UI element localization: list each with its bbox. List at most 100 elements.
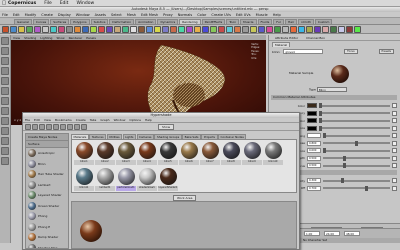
select-tool-icon[interactable] [1,37,9,45]
menu-help[interactable]: Help [273,13,281,17]
value-field[interactable]: 0.000 [307,148,321,153]
shelf-tool-icon[interactable] [34,25,41,33]
os-menu-edit[interactable]: Edit [60,1,69,6]
node-ocean-shader[interactable]: Ocean Shader [26,201,68,212]
node-name-field[interactable]: glove4 [283,49,324,54]
shelf-tab-fluids[interactable]: Fluids [257,19,273,24]
tab-material[interactable]: Material [272,42,291,47]
shelf-tab-animation[interactable]: Animation [135,19,157,24]
node-ramp-shader[interactable]: Ramp Shader [26,232,68,243]
toggle-create-bar-icon[interactable] [25,123,31,130]
shelf-tab-hair[interactable]: Hair [284,19,298,24]
viewport-menu-panels[interactable]: Panels [86,36,96,40]
map-button[interactable] [392,140,397,146]
value-field[interactable]: 0.500 [307,155,321,161]
show-bottom-tabs-icon[interactable] [39,123,45,130]
four-view-layout-icon[interactable] [1,127,9,135]
viewport-menu-renderer[interactable]: Renderer [69,36,83,40]
material-swatch[interactable]: blinn7 [200,142,220,167]
section-common-material[interactable]: Common Material Attributes [271,95,397,100]
shelf-tab-custom[interactable]: Custom [314,19,333,24]
create-header[interactable]: Create Maya Nodes [26,134,68,141]
shelf-tool-icon[interactable] [42,25,49,33]
material-swatch[interactable]: blinn2 [95,142,115,167]
menu-create[interactable]: Create [41,13,53,17]
shelf-tool-icon[interactable] [66,25,73,33]
shelf-tab-polygons[interactable]: Polygons [70,19,90,24]
shelf-tool-icon[interactable] [274,25,281,33]
shelf-tab-dynamics[interactable]: Dynamics [157,19,179,24]
viewport-menu-lighting[interactable]: Lighting [40,36,52,40]
shelf-tool-icon[interactable] [186,25,193,33]
material-swatch[interactable]: layeredShader1 [158,168,178,193]
node-phong[interactable]: Phong [26,211,68,222]
slider-handle[interactable] [319,118,322,123]
shelf-tab-ncloth[interactable]: nCloth [298,19,314,24]
attr-slider[interactable] [323,163,390,168]
slider-handle[interactable] [341,178,345,183]
menu-muscle[interactable]: Muscle [256,13,268,17]
channel-box-title[interactable]: Channel Box [306,36,325,40]
attr-slider[interactable] [319,110,390,116]
color-swatch[interactable] [307,103,317,108]
map-button[interactable] [392,155,397,161]
os-menu-file[interactable]: File [44,1,52,6]
clear-graph-icon[interactable] [74,123,80,130]
shelf-tool-icon[interactable] [266,25,273,33]
menu-mesh[interactable]: Mesh [127,13,136,17]
persp-outliner-layout-icon[interactable] [1,137,9,145]
shelf-tool-icon[interactable] [290,25,297,33]
graph-input-icon[interactable] [60,123,66,130]
hypershade-menu-help[interactable]: Help [145,118,152,122]
shelf-tool-icon[interactable] [258,25,265,33]
node-layered-shader[interactable]: Layered Shader [26,190,68,201]
shelf-tool-icon[interactable] [170,25,177,33]
slider-handle[interactable] [319,103,322,108]
menu-window[interactable]: Window [76,13,90,17]
attr-editor-title[interactable]: Attribute Editor [275,36,298,40]
shelf-tool-icon[interactable] [154,25,161,33]
menu-assets[interactable]: Assets [95,13,106,17]
color-swatch[interactable] [307,125,317,131]
material-swatch[interactable]: blinn10 [263,142,283,167]
shelf-tool-icon[interactable] [298,25,305,33]
menu-edit-uvs[interactable]: Edit UVs [236,13,251,17]
shelf-tool-icon[interactable] [330,25,337,33]
type-dropdown[interactable]: Blinn [316,87,347,92]
shelf-tool-icon[interactable] [18,25,25,33]
shelf-tool-icon[interactable] [234,25,241,33]
attr-slider[interactable] [323,140,390,146]
shelf-tool-icon[interactable] [26,25,33,33]
os-menu-window[interactable]: Window [76,1,94,6]
shelf-tool-icon[interactable] [162,25,169,33]
shelf-tool-icon[interactable] [250,25,257,33]
viewport-menu-shading[interactable]: Shading [24,36,36,40]
hypershade-menu-graph[interactable]: Graph [100,118,109,122]
end-time-field[interactable]: 24.00 [324,231,340,236]
slider-handle[interactable] [319,110,322,116]
map-button[interactable] [392,118,397,123]
map-button[interactable] [392,103,397,108]
material-swatch[interactable]: blinn3 [116,142,136,167]
slider-handle[interactable] [343,163,347,168]
persp-graph-layout-icon[interactable] [1,147,9,155]
shelf-tool-icon[interactable] [90,25,97,33]
shelf-tool-icon[interactable] [282,25,289,33]
hypershade-menu-view[interactable]: View [44,118,51,122]
material-swatch[interactable]: blinn5 [158,142,178,167]
node-hair-tube-shader[interactable]: Hair Tube Shader [26,169,68,180]
attr-slider[interactable] [323,185,390,191]
shelf-tool-icon[interactable] [346,25,353,33]
menu-file[interactable]: File [2,13,8,17]
surface-section[interactable]: Surface [26,141,68,148]
slider-handle[interactable] [343,155,347,161]
shelf-tab-general[interactable]: General [14,19,32,24]
shelf-tab-curves[interactable]: Curves [32,19,50,24]
shelf-tool-icon[interactable] [202,25,209,33]
shelf-tool-icon[interactable] [178,25,185,33]
shelf-tab-fur[interactable]: Fur [273,19,284,24]
shelf-tab-rendering[interactable]: Rendering [179,19,201,24]
shelf-tool-icon[interactable] [50,25,57,33]
color-swatch[interactable] [307,118,317,123]
apple-icon[interactable]:  [0,0,8,6]
